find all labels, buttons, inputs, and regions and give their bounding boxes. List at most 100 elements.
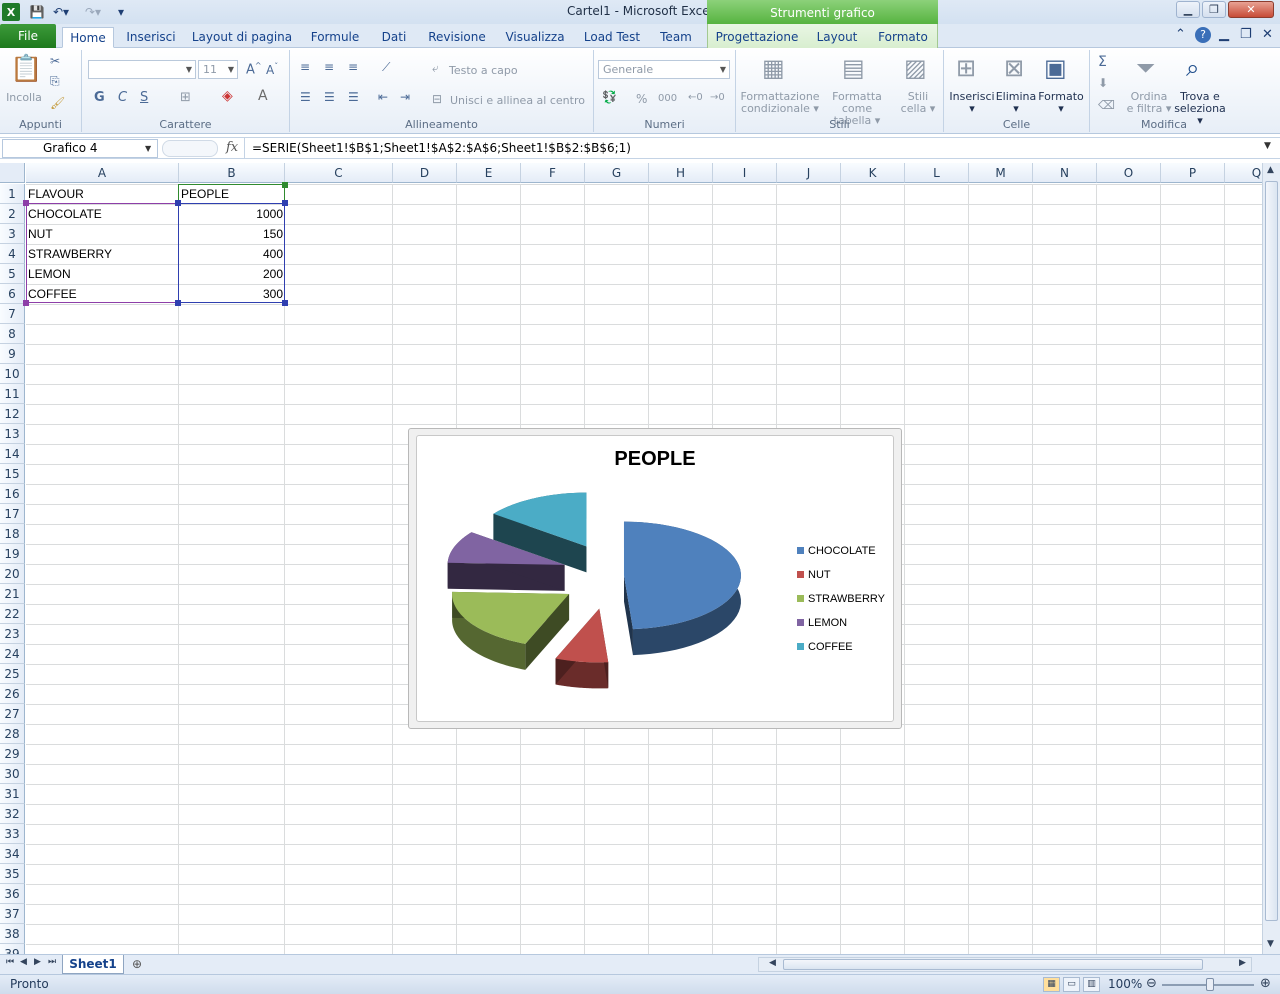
- close-button[interactable]: ✕: [1228, 1, 1274, 18]
- row-header-25[interactable]: 25: [0, 664, 25, 684]
- row-header-14[interactable]: 14: [0, 444, 25, 464]
- wrap-text-icon[interactable]: ⤶: [432, 61, 439, 76]
- next-sheet-icon[interactable]: ▶: [34, 957, 41, 967]
- formula-bar-resize-handle[interactable]: [162, 140, 218, 157]
- borders-icon[interactable]: ⊞: [180, 90, 191, 105]
- wrap-text-button[interactable]: Testo a capo: [449, 64, 518, 77]
- range-handle[interactable]: [23, 300, 29, 306]
- help-icon[interactable]: ?: [1195, 27, 1211, 43]
- row-header-28[interactable]: 28: [0, 724, 25, 744]
- row-header-19[interactable]: 19: [0, 544, 25, 564]
- currency-icon[interactable]: 💱: [602, 90, 617, 104]
- scroll-up-icon[interactable]: ▲: [1267, 165, 1274, 175]
- row-header-24[interactable]: 24: [0, 644, 25, 664]
- column-header-h[interactable]: H: [649, 163, 713, 183]
- clear-icon[interactable]: ⌫: [1098, 98, 1115, 112]
- legend-item-lemon[interactable]: LEMON: [797, 616, 847, 630]
- sort-filter-button[interactable]: Ordina e filtra ▾: [1126, 91, 1172, 115]
- zoom-in-icon[interactable]: ⊕: [1260, 976, 1271, 991]
- row-header-23[interactable]: 23: [0, 624, 25, 644]
- vertical-scroll-thumb[interactable]: [1265, 181, 1278, 921]
- underline-button[interactable]: S: [140, 90, 148, 105]
- tab-data[interactable]: Dati: [376, 27, 412, 48]
- row-header-26[interactable]: 26: [0, 684, 25, 704]
- pie-slice-strawberry[interactable]: [452, 591, 570, 670]
- insert-cells-icon[interactable]: ⊞: [956, 54, 976, 82]
- row-header-2[interactable]: 2: [0, 204, 25, 224]
- row-header-29[interactable]: 29: [0, 744, 25, 764]
- number-format-combo[interactable]: Generale ▼: [598, 60, 730, 79]
- row-header-4[interactable]: 4: [0, 244, 25, 264]
- cell-styles-button[interactable]: Stili cella ▾: [898, 91, 938, 115]
- bold-button[interactable]: G: [94, 90, 105, 105]
- legend-item-chocolate[interactable]: CHOCOLATE: [797, 544, 876, 558]
- align-middle-icon[interactable]: ≡: [324, 60, 334, 74]
- sheet-tab-sheet1[interactable]: Sheet1: [62, 955, 124, 974]
- fill-icon[interactable]: ⬇: [1098, 76, 1108, 90]
- minimize-ribbon-icon[interactable]: ⌃: [1175, 27, 1186, 42]
- column-header-c[interactable]: C: [285, 163, 393, 183]
- maximize-button[interactable]: ❐: [1202, 1, 1226, 18]
- row-header-12[interactable]: 12: [0, 404, 25, 424]
- scroll-left-icon[interactable]: ◀: [769, 958, 776, 968]
- row-header-17[interactable]: 17: [0, 504, 25, 524]
- column-header-g[interactable]: G: [585, 163, 649, 183]
- column-header-a[interactable]: A: [26, 163, 179, 183]
- orientation-icon[interactable]: ⟋: [382, 60, 390, 75]
- shrink-font-icon[interactable]: Aˇ: [266, 62, 278, 77]
- percent-button[interactable]: %: [636, 92, 647, 106]
- row-header-32[interactable]: 32: [0, 804, 25, 824]
- tab-home[interactable]: Home: [62, 27, 114, 48]
- binoculars-icon[interactable]: ⌕: [1186, 54, 1199, 82]
- prev-sheet-icon[interactable]: ◀: [20, 957, 27, 967]
- row-header-16[interactable]: 16: [0, 484, 25, 504]
- row-header-37[interactable]: 37: [0, 904, 25, 924]
- select-all-corner[interactable]: [0, 163, 25, 183]
- increase-indent-icon[interactable]: ⇥: [400, 90, 410, 104]
- tab-team[interactable]: Team: [654, 27, 698, 48]
- row-header-1[interactable]: 1: [0, 184, 25, 204]
- last-sheet-icon[interactable]: ⏭: [48, 957, 56, 967]
- column-header-d[interactable]: D: [393, 163, 457, 183]
- format-cells-button[interactable]: Formato ▾: [1038, 91, 1084, 115]
- paste-button[interactable]: Incolla: [2, 92, 46, 104]
- merge-center-icon[interactable]: ⊟: [432, 92, 442, 106]
- insert-sheet-icon[interactable]: ⊕: [132, 957, 142, 971]
- column-header-n[interactable]: N: [1033, 163, 1097, 183]
- conditional-formatting-button[interactable]: Formattazione condizionale ▾: [738, 91, 822, 115]
- first-sheet-icon[interactable]: ⏮: [6, 957, 14, 967]
- chart-title[interactable]: PEOPLE: [416, 448, 894, 471]
- merge-center-button[interactable]: Unisci e allinea al centro: [450, 94, 585, 107]
- row-header-27[interactable]: 27: [0, 704, 25, 724]
- conditional-formatting-icon[interactable]: ▦: [762, 54, 785, 82]
- tab-load-test[interactable]: Load Test: [580, 27, 644, 48]
- column-header-l[interactable]: L: [905, 163, 969, 183]
- column-header-i[interactable]: I: [713, 163, 777, 183]
- row-header-5[interactable]: 5: [0, 264, 25, 284]
- legend-item-nut[interactable]: NUT: [797, 568, 831, 582]
- horizontal-scrollbar[interactable]: ◀ ▶: [758, 957, 1252, 972]
- zoom-slider-thumb[interactable]: [1206, 978, 1214, 991]
- row-header-7[interactable]: 7: [0, 304, 25, 324]
- row-header-38[interactable]: 38: [0, 924, 25, 944]
- align-left-icon[interactable]: ☰: [300, 90, 311, 104]
- font-color-icon[interactable]: A: [258, 88, 268, 104]
- format-as-table-icon[interactable]: ▤: [842, 54, 865, 82]
- normal-view-icon[interactable]: ▦: [1043, 977, 1060, 992]
- row-header-13[interactable]: 13: [0, 424, 25, 444]
- range-handle[interactable]: [175, 300, 181, 306]
- column-header-k[interactable]: K: [841, 163, 905, 183]
- zoom-out-icon[interactable]: ⊖: [1146, 976, 1157, 991]
- vertical-scrollbar[interactable]: ▲ ▼: [1262, 163, 1280, 954]
- tab-view[interactable]: Visualizza: [500, 27, 570, 48]
- italic-button[interactable]: C: [118, 90, 127, 105]
- cut-icon[interactable]: ✂: [50, 54, 60, 68]
- tab-insert[interactable]: Inserisci: [122, 27, 180, 48]
- column-header-f[interactable]: F: [521, 163, 585, 183]
- grow-font-icon[interactable]: A^: [246, 61, 262, 77]
- range-handle[interactable]: [282, 182, 288, 188]
- workbook-minimize-icon[interactable]: ▁: [1219, 27, 1229, 42]
- decrease-decimal-icon[interactable]: →0: [710, 92, 725, 103]
- range-handle[interactable]: [282, 200, 288, 206]
- paste-icon[interactable]: 📋: [10, 54, 42, 84]
